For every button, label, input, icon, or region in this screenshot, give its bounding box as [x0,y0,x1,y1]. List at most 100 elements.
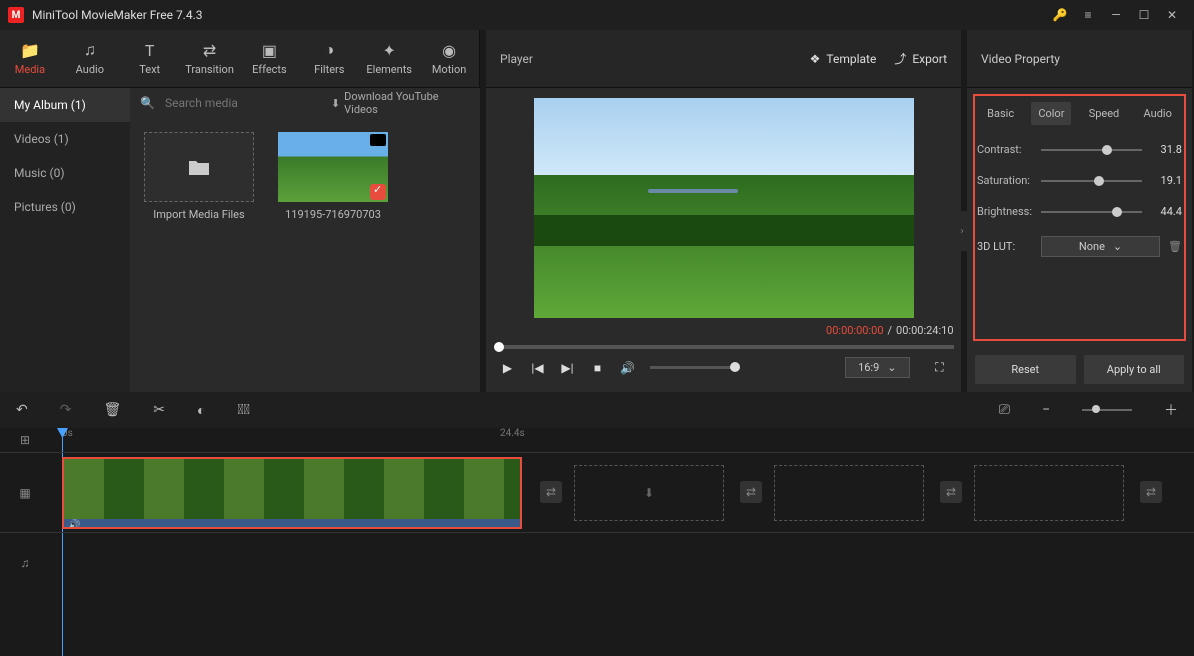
transition-icon: ⇄ [201,41,219,59]
reset-button[interactable]: Reset [975,355,1076,384]
redo-button[interactable]: ↷ [60,402,72,418]
sidebar-item[interactable]: My Album (1) [0,88,130,122]
tab-media[interactable]: 📁Media [0,30,60,87]
prop-label: Contrast: [977,143,1033,156]
split-button[interactable]: ✂ [153,402,165,418]
prop-slider[interactable] [1041,180,1142,182]
download-icon: ⬇ [331,97,340,110]
tab-text[interactable]: TText [120,30,180,87]
audio-track[interactable] [50,532,1194,592]
video-badge-icon [370,134,386,146]
selected-badge-icon [370,184,386,200]
video-track[interactable]: 🔊 ⇄ ⬇ ⇄ ⇄ ⇄ [50,452,1194,532]
clip-audio-icon: 🔊 [68,520,80,530]
video-preview [534,98,914,318]
motion-icon: ◉ [440,41,458,59]
prop-value: 31.8 [1150,143,1182,156]
property-tab-speed[interactable]: Speed [1082,102,1127,125]
player-title: Player [500,52,533,66]
chevron-down-icon: ⌄ [887,361,896,374]
app-title: MiniTool MovieMaker Free 7.4.3 [32,8,203,22]
lut-label: 3D LUT: [977,240,1033,253]
prop-label: Saturation: [977,174,1033,187]
thumbnail-label: 119195-716970703 [278,208,388,221]
zoom-in-button[interactable]: ＋ [1164,400,1178,420]
property-tab-audio[interactable]: Audio [1137,102,1179,125]
apply-all-button[interactable]: Apply to all [1084,355,1185,384]
media-thumbnail[interactable]: 119195-716970703 [278,132,388,221]
download-youtube-button[interactable]: ⬇Download YouTube Videos [331,90,470,116]
folder-icon: 📁 [21,41,39,59]
sidebar-item[interactable]: Music (0) [0,156,130,190]
tab-audio[interactable]: ♫Audio [60,30,120,87]
close-button[interactable]: ✕ [1158,1,1186,29]
export-icon: ⤴ [894,50,906,67]
stop-button[interactable]: ■ [590,360,606,376]
text-icon: T [141,41,159,59]
add-track-button[interactable]: ⊞ [0,428,50,452]
volume-slider[interactable] [650,366,740,369]
undo-button[interactable]: ↶ [16,402,28,418]
crop-button[interactable]: ✂⃞ [237,402,249,418]
prev-frame-button[interactable]: |◀ [530,360,546,376]
property-tab-color[interactable]: Color [1031,102,1071,125]
minimize-button[interactable]: — [1102,1,1130,29]
export-button[interactable]: ⤴Export [894,50,947,67]
tab-effects[interactable]: ▣Effects [240,30,300,87]
aspect-ratio-select[interactable]: 16:9⌄ [845,357,909,378]
video-clip[interactable]: 🔊 [62,457,522,529]
import-media-button[interactable] [144,132,254,202]
media-panel: 📁Media♫AudioTText⇄Transition▣Effects◑Fil… [0,30,480,392]
speed-button[interactable]: ◐ [197,402,205,419]
audio-track-icon: ♫ [0,532,50,592]
fullscreen-button[interactable]: ⛶ [932,360,948,376]
prop-value: 44.4 [1150,205,1182,218]
tab-motion[interactable]: ◉Motion [419,30,479,87]
seek-bar[interactable] [494,345,954,349]
trash-icon[interactable]: 🗑 [1168,240,1182,253]
template-button[interactable]: ❖Template [810,52,877,66]
panel-expand-icon[interactable]: › [955,211,969,251]
prop-slider[interactable] [1041,211,1142,213]
search-icon: 🔍 [140,96,155,110]
transition-slot[interactable]: ⇄ [540,481,562,503]
title-bar: M MiniTool MovieMaker Free 7.4.3 🔑 ≡ — ☐… [0,0,1194,30]
total-time: 00:00:24:10 [896,324,953,337]
transition-slot[interactable]: ⇄ [940,481,962,503]
transition-slot[interactable]: ⇄ [1140,481,1162,503]
timeline-toolbar: ↶ ↷ 🗑 ✂ ◐ ✂⃞ ⎚ − ＋ [0,392,1194,428]
drop-zone[interactable] [774,465,924,521]
sidebar-item[interactable]: Pictures (0) [0,190,130,224]
property-panel: Video Property BasicColorSpeedAudio Cont… [967,30,1192,392]
prop-slider[interactable] [1041,149,1142,151]
volume-icon[interactable]: 🔊 [620,360,636,376]
top-toolbar: 📁Media♫AudioTText⇄Transition▣Effects◑Fil… [0,30,480,88]
play-button[interactable]: ▶ [500,360,516,376]
media-sidebar: My Album (1)Videos (1)Music (0)Pictures … [0,88,130,392]
effects-icon: ▣ [260,41,278,59]
sidebar-item[interactable]: Videos (1) [0,122,130,156]
color-properties-highlight: Basic Color Speed Audio Contrast: 31.8 Satura… [973,94,1186,341]
tab-filters[interactable]: ◑Filters [299,30,359,87]
maximize-button[interactable]: ☐ [1130,1,1158,29]
zoom-out-button[interactable]: − [1042,402,1050,418]
transition-slot[interactable]: ⇄ [740,481,762,503]
tab-transition[interactable]: ⇄Transition [180,30,240,87]
layers-icon: ❖ [810,52,821,66]
next-frame-button[interactable]: ▶| [560,360,576,376]
import-label: Import Media Files [144,208,254,221]
menu-icon[interactable]: ≡ [1074,1,1102,29]
current-time: 00:00:00:00 [826,324,883,337]
search-input[interactable] [165,96,321,110]
fit-icon[interactable]: ⎚ [999,402,1010,418]
timeline-ruler[interactable]: 0s 24.4s [50,428,1194,452]
tab-elements[interactable]: ✦Elements [359,30,419,87]
key-icon[interactable]: 🔑 [1046,1,1074,29]
property-tab-basic[interactable]: Basic [980,102,1021,125]
player-panel: Player ❖Template ⤴Export 00:00:00:00/00:… [486,30,961,392]
drop-zone[interactable]: ⬇ [574,465,724,521]
zoom-slider[interactable] [1082,409,1132,411]
lut-select[interactable]: None⌄ [1041,236,1160,257]
drop-zone[interactable] [974,465,1124,521]
delete-button[interactable]: 🗑 [103,402,121,418]
